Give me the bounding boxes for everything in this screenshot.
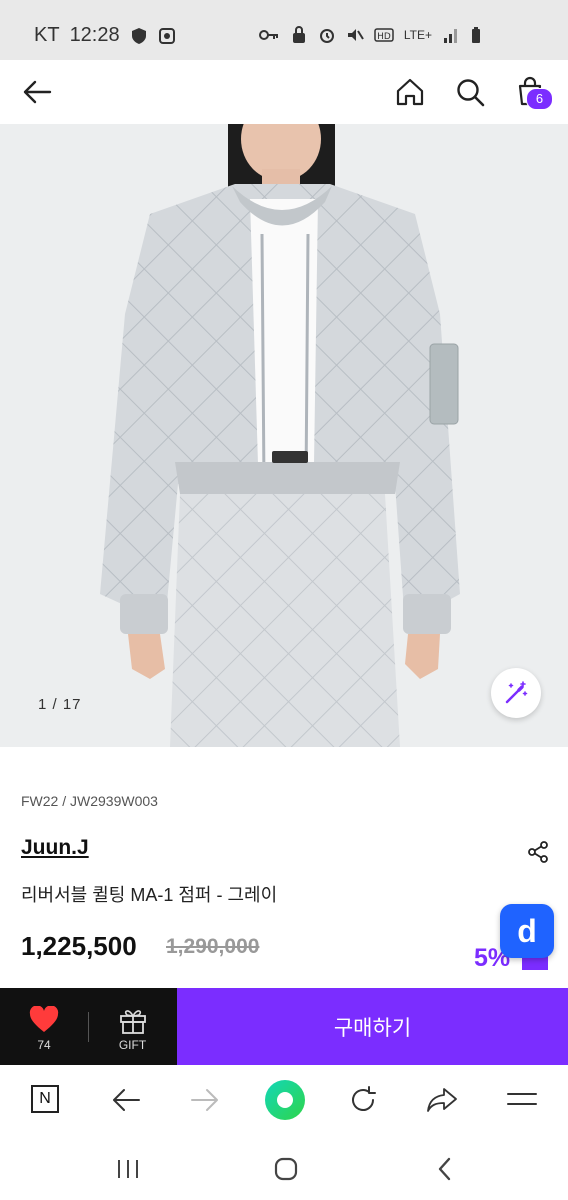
carrier-label: KT [34,24,60,46]
like-count: 74 [37,1038,51,1052]
d-floating-button[interactable]: d [500,904,554,958]
lock-app-icon [292,26,305,43]
share-icon[interactable] [526,840,550,864]
green-dot-icon[interactable] [263,1078,307,1122]
recent-apps-icon[interactable] [115,1157,141,1181]
buy-button[interactable]: 구매하기 [177,988,568,1065]
search-icon[interactable] [455,77,485,107]
app-notification-icon [158,27,175,44]
gift-icon [120,1010,146,1034]
brand-link[interactable]: Juun.J [21,836,89,860]
home-button-icon[interactable] [272,1155,300,1183]
cart-count-badge: 6 [526,88,553,110]
product-name: 리버서블 퀼팅 MA-1 점퍼 - 그레이 [21,885,278,905]
key-icon [258,30,278,40]
signal-icon [444,29,457,43]
product-image[interactable] [0,124,568,747]
original-price: 1,290,000 [166,935,260,958]
season-code: FW22 / JW2939W003 [21,793,158,809]
menu-icon[interactable] [506,1089,538,1111]
network-type: LTE+ [403,28,432,42]
status-time: 12:28 [69,24,120,46]
magic-wand-button[interactable] [491,668,541,718]
status-right: HD LTE+ [258,26,482,44]
image-counter: 1 / 17 [38,696,82,713]
heart-icon [29,1006,59,1032]
naver-n-button[interactable]: N [31,1085,59,1113]
alarm-icon [319,29,334,43]
gift-label: GIFT [118,1038,147,1052]
share-arrow-icon[interactable] [426,1086,458,1114]
product-photo [0,124,568,747]
reload-icon[interactable] [348,1085,378,1115]
mute-icon [347,29,364,41]
browser-forward-icon[interactable] [190,1086,220,1114]
hd-icon: HD [374,28,394,42]
home-icon[interactable] [395,77,425,107]
shield-icon [131,27,146,44]
svg-text:HD: HD [377,32,391,42]
battery-icon [472,27,480,43]
back-arrow-icon[interactable] [22,79,52,105]
magic-wand-icon [505,681,528,704]
back-button-icon[interactable] [434,1156,456,1182]
browser-back-icon[interactable] [111,1086,141,1114]
status-left: KT 12:28 [34,24,176,47]
sale-price: 1,225,500 [21,931,137,961]
